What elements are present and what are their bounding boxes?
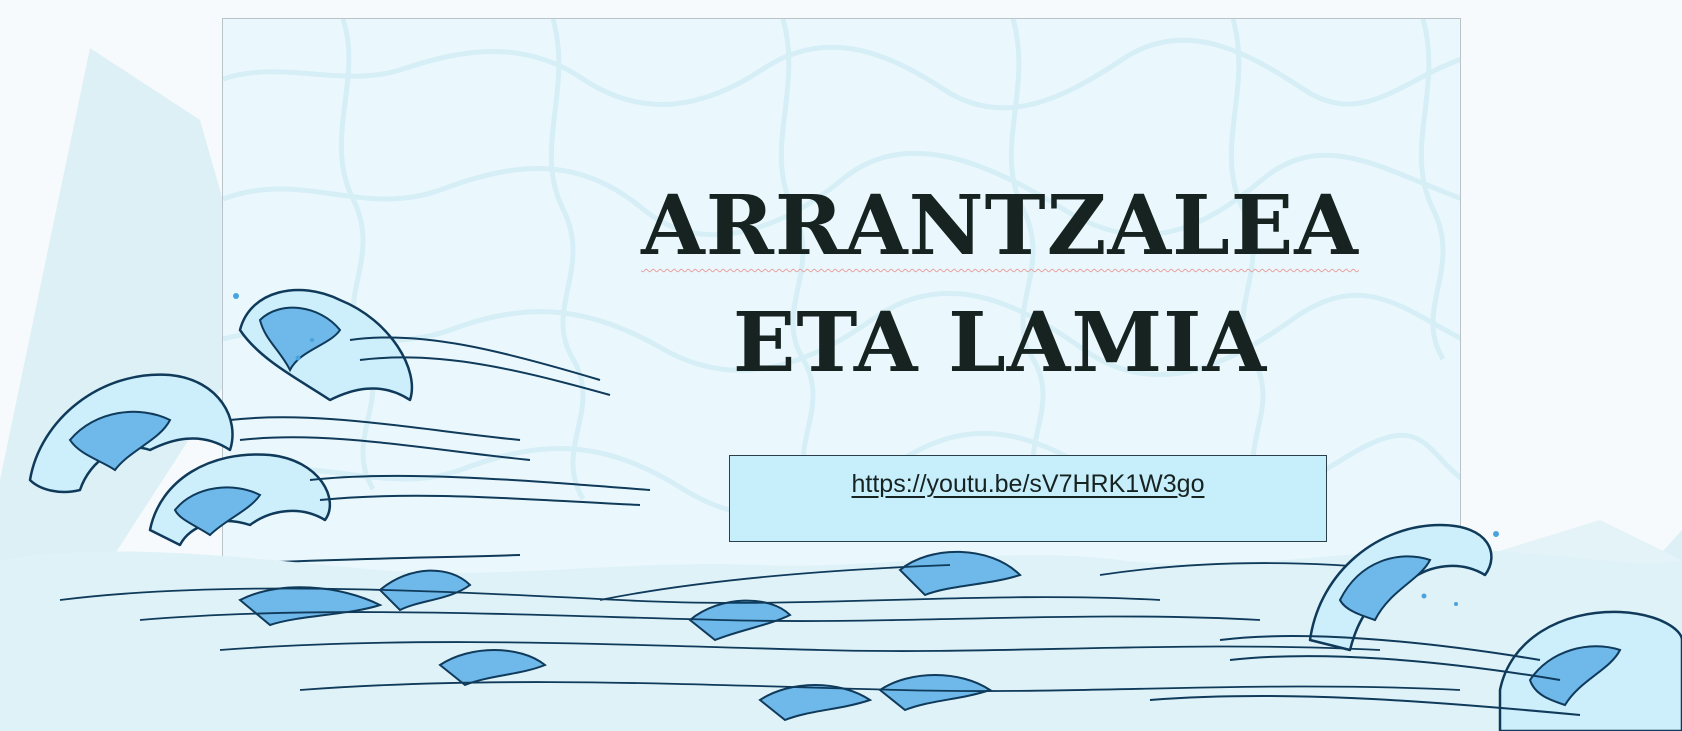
youtube-link[interactable]: https://youtu.be/sV7HRK1W3go xyxy=(730,470,1326,499)
title-line-1: ARRANTZALEA xyxy=(641,178,1359,274)
title-line-2: ETA LAMIA xyxy=(732,295,1268,391)
link-textbox[interactable]: https://youtu.be/sV7HRK1W3go xyxy=(729,455,1327,542)
slide-title[interactable]: ARRANTZALEA ETA LAMIA xyxy=(640,168,1360,402)
